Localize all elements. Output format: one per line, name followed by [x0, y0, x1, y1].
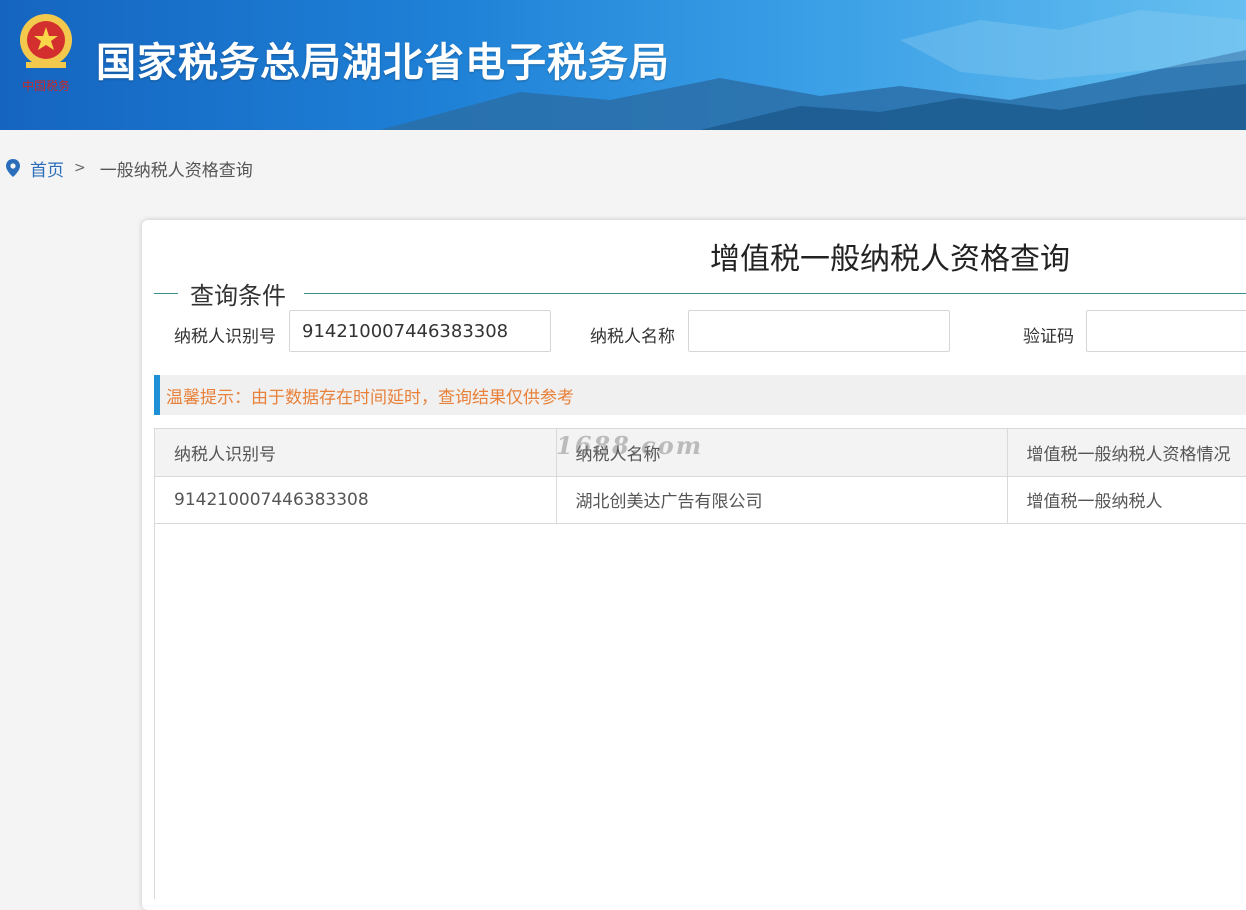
- taxpayer-name-input[interactable]: [688, 310, 950, 352]
- breadcrumb-separator: >: [74, 160, 86, 176]
- column-header-taxpayer-id: 纳税人识别号: [155, 429, 556, 477]
- cell-taxpayer-name: 湖北创美达广告有限公司: [555, 476, 1007, 524]
- site-title: 国家税务总局湖北省电子税务局: [96, 40, 670, 86]
- fieldset-border-left: [154, 293, 178, 294]
- location-pin-icon: [6, 159, 20, 177]
- captcha-input[interactable]: [1086, 310, 1246, 352]
- column-header-qualification: 增值税一般纳税人资格情况: [1006, 429, 1246, 477]
- notice-text: 温馨提示：由于数据存在时间延时，查询结果仅供参考: [166, 387, 574, 408]
- captcha-label: 验证码: [1023, 327, 1074, 347]
- query-conditions-legend: 查询条件: [190, 282, 286, 310]
- header-banner: 中国税务 国家税务总局湖北省电子税务局: [0, 0, 1246, 130]
- result-table: 纳税人识别号 纳税人名称 增值税一般纳税人资格情况 91421000744638…: [155, 429, 1246, 524]
- breadcrumb: 首页 > 一般纳税人资格查询: [6, 156, 253, 181]
- page-title: 增值税一般纳税人资格查询: [710, 242, 1070, 277]
- table-row[interactable]: 914210007446383308 湖北创美达广告有限公司 增值税一般纳税人: [155, 476, 1246, 524]
- breadcrumb-current: 一般纳税人资格查询: [99, 160, 253, 181]
- notice-banner: 温馨提示：由于数据存在时间延时，查询结果仅供参考: [154, 375, 1246, 415]
- taxpayer-id-label: 纳税人识别号: [174, 327, 276, 347]
- svg-text:中国税务: 中国税务: [22, 78, 70, 93]
- column-header-taxpayer-name: 纳税人名称: [555, 429, 1007, 477]
- cell-taxpayer-id: 914210007446383308: [155, 476, 556, 524]
- result-table-container: 纳税人识别号 纳税人名称 增值税一般纳税人资格情况 91421000744638…: [154, 428, 1246, 899]
- fieldset-border-right: [304, 293, 1246, 294]
- taxpayer-name-label: 纳税人名称: [590, 327, 675, 347]
- breadcrumb-home-link[interactable]: 首页: [30, 156, 64, 181]
- cell-qualification: 增值税一般纳税人: [1006, 476, 1246, 524]
- taxpayer-id-input[interactable]: [289, 310, 551, 352]
- tax-emblem-icon: 中国税务: [20, 14, 72, 93]
- table-header-row: 纳税人识别号 纳税人名称 增值税一般纳税人资格情况: [155, 429, 1246, 477]
- query-panel: 增值税一般纳税人资格查询 查询条件 纳税人识别号 纳税人名称 验证码 温馨提示：…: [142, 220, 1246, 910]
